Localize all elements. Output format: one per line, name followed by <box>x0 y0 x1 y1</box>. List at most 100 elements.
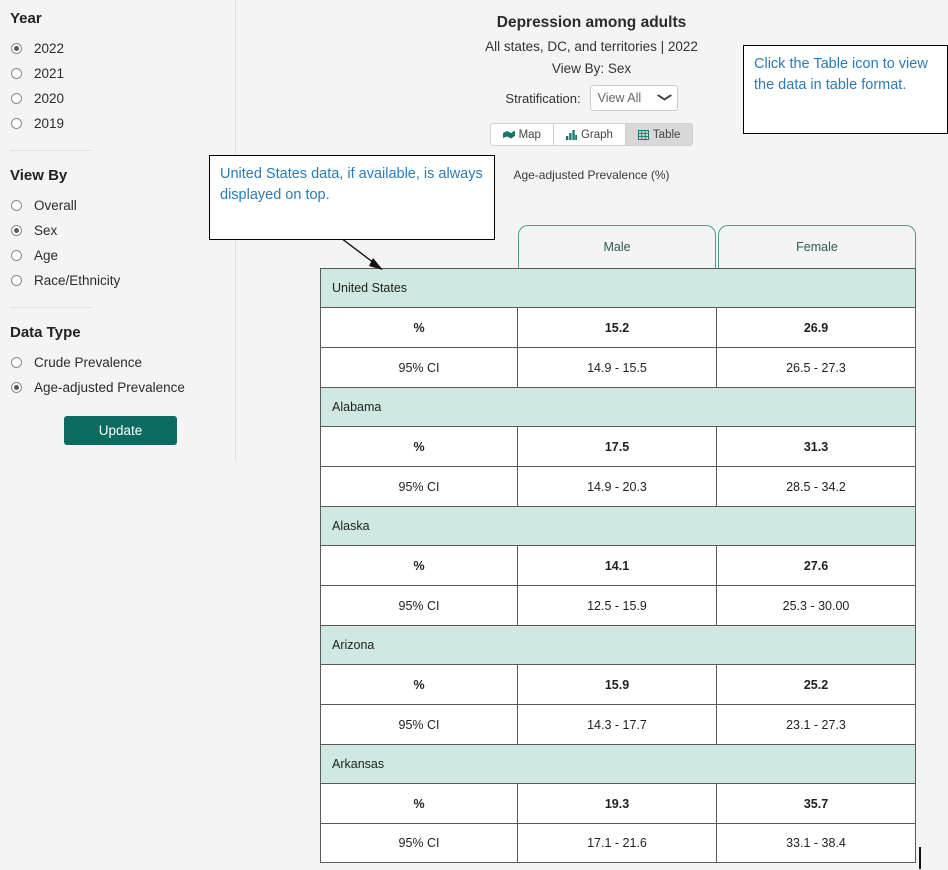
row-label-cell: 95% CI <box>320 704 518 744</box>
filters-sidebar: Year 2022 2021 2020 2019 <box>0 0 235 870</box>
data-type-radio-group: Crude Prevalence Age-adjusted Prevalence <box>6 350 235 400</box>
radio-indicator[interactable] <box>11 357 22 368</box>
chevron-down-icon <box>656 93 673 104</box>
tab-graph[interactable]: Graph <box>554 123 626 146</box>
table-row: %15.226.9 <box>320 307 916 347</box>
stratification-select[interactable]: View All <box>590 85 678 111</box>
callout-table-icon: Click the Table icon to view the data in… <box>743 45 948 134</box>
year-radio-group: 2022 2021 2020 2019 <box>6 36 235 136</box>
tab-map[interactable]: Map <box>490 123 554 146</box>
update-button[interactable]: Update <box>64 416 177 445</box>
tab-table-label: Table <box>653 129 681 141</box>
radio-label: 2019 <box>34 116 64 131</box>
stratification-label: Stratification: <box>505 91 580 106</box>
row-label-cell: % <box>320 783 518 823</box>
value-cell: 14.3 - 17.7 <box>518 704 717 744</box>
value-cell: 17.1 - 21.6 <box>518 823 717 863</box>
radio-year-2022[interactable]: 2022 <box>6 36 235 61</box>
row-label-cell: 95% CI <box>320 585 518 625</box>
divider <box>10 150 92 151</box>
radio-label: Crude Prevalence <box>34 355 142 370</box>
radio-indicator[interactable] <box>11 93 22 104</box>
radio-indicator[interactable] <box>11 68 22 79</box>
row-label-cell: % <box>320 426 518 466</box>
table-row: 95% CI12.5 - 15.925.3 - 30.00 <box>320 585 916 625</box>
radio-label: Overall <box>34 198 77 213</box>
value-cell: 35.7 <box>717 783 916 823</box>
row-label-cell: 95% CI <box>320 823 518 863</box>
table-group-header-row: Alaska <box>320 506 916 545</box>
value-cell: 28.5 - 34.2 <box>717 466 916 506</box>
state-name-cell: Alabama <box>320 387 916 426</box>
table-group-header-row: Alabama <box>320 387 916 426</box>
radio-label: Age-adjusted Prevalence <box>34 380 185 395</box>
radio-label: 2022 <box>34 41 64 56</box>
value-cell: 25.3 - 30.00 <box>717 585 916 625</box>
radio-view-overall[interactable]: Overall <box>6 193 235 218</box>
value-cell: 33.1 - 38.4 <box>717 823 916 863</box>
view-by-group-title: View By <box>6 167 235 184</box>
page-title: Depression among adults <box>235 14 948 32</box>
scrollbar-thumb[interactable] <box>919 847 921 869</box>
row-label-cell: % <box>320 664 518 704</box>
radio-year-2021[interactable]: 2021 <box>6 61 235 86</box>
radio-view-age[interactable]: Age <box>6 243 235 268</box>
value-cell: 17.5 <box>518 426 717 466</box>
table-grid-icon <box>638 130 649 140</box>
radio-indicator[interactable] <box>11 200 22 211</box>
tab-table[interactable]: Table <box>626 123 694 146</box>
state-name-cell: Arizona <box>320 625 916 664</box>
value-cell: 15.9 <box>518 664 717 704</box>
row-label-cell: 95% CI <box>320 466 518 506</box>
table-row: 95% CI17.1 - 21.633.1 - 38.4 <box>320 823 916 863</box>
table-row: 95% CI14.9 - 15.526.5 - 27.3 <box>320 347 916 387</box>
callout-united-states: United States data, if available, is alw… <box>209 155 495 240</box>
radio-age-adjusted-prevalence[interactable]: Age-adjusted Prevalence <box>6 375 235 400</box>
value-cell: 19.3 <box>518 783 717 823</box>
state-name-cell: Arkansas <box>320 744 916 783</box>
radio-label: Age <box>34 248 58 263</box>
radio-indicator[interactable] <box>11 250 22 261</box>
row-label-cell: % <box>320 545 518 585</box>
value-cell: 26.5 - 27.3 <box>717 347 916 387</box>
value-cell: 14.9 - 20.3 <box>518 466 717 506</box>
table-group-header-row: Arkansas <box>320 744 916 783</box>
row-label-cell: 95% CI <box>320 347 518 387</box>
table-group-header-row: United States <box>320 268 916 307</box>
table-row: 95% CI14.9 - 20.328.5 - 34.2 <box>320 466 916 506</box>
table-row: %17.531.3 <box>320 426 916 466</box>
value-cell: 31.3 <box>717 426 916 466</box>
tab-map-label: Map <box>519 129 541 141</box>
value-cell: 14.9 - 15.5 <box>518 347 717 387</box>
column-header-female: Female <box>718 225 916 268</box>
view-by-radio-group: Overall Sex Age Race/Ethnicity <box>6 193 235 293</box>
column-header-male: Male <box>518 225 716 268</box>
divider <box>10 307 92 308</box>
radio-indicator[interactable] <box>11 275 22 286</box>
row-label-cell: % <box>320 307 518 347</box>
radio-view-sex[interactable]: Sex <box>6 218 235 243</box>
tab-graph-label: Graph <box>581 129 613 141</box>
radio-year-2020[interactable]: 2020 <box>6 86 235 111</box>
value-cell: 23.1 - 27.3 <box>717 704 916 744</box>
map-icon <box>503 130 515 139</box>
radio-view-race-ethnicity[interactable]: Race/Ethnicity <box>6 268 235 293</box>
bar-chart-icon <box>566 130 577 140</box>
radio-indicator[interactable] <box>11 225 22 236</box>
radio-indicator[interactable] <box>11 118 22 129</box>
radio-indicator[interactable] <box>11 382 22 393</box>
radio-indicator[interactable] <box>11 43 22 54</box>
data-type-group-title: Data Type <box>6 324 235 341</box>
state-name-cell: Alaska <box>320 506 916 545</box>
value-cell: 26.9 <box>717 307 916 347</box>
value-cell: 15.2 <box>518 307 717 347</box>
table-row: %14.127.6 <box>320 545 916 585</box>
value-cell: 12.5 - 15.9 <box>518 585 717 625</box>
radio-label: 2021 <box>34 66 64 81</box>
radio-year-2019[interactable]: 2019 <box>6 111 235 136</box>
radio-crude-prevalence[interactable]: Crude Prevalence <box>6 350 235 375</box>
state-name-cell: United States <box>320 268 916 307</box>
data-table: Male Female United States%15.226.995% CI… <box>320 225 916 863</box>
stratification-value: View All <box>598 91 642 105</box>
page-root: Year 2022 2021 2020 2019 <box>0 0 948 870</box>
